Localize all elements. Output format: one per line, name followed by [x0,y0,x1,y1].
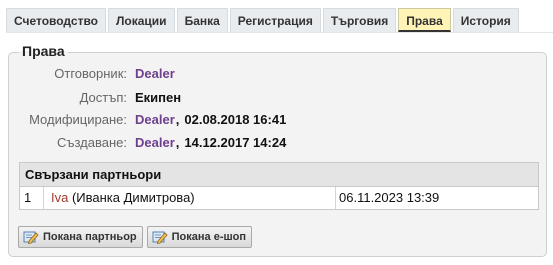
panel-title: Права [19,43,68,59]
created-separator: , [175,135,180,150]
owner-user-link[interactable]: Dealer [135,65,175,83]
invite-partner-label: Покана партньор [43,231,137,243]
tab-history[interactable]: История [452,8,519,32]
tab-registration[interactable]: Регистрация [229,8,321,32]
access-label: Достъп: [79,90,127,105]
created-user-link[interactable]: Dealer [135,134,175,152]
invite-eshop-label: Покана е-шоп [171,231,247,243]
created-datetime: 14.12.2017 14:24 [184,135,287,150]
partner-datetime: 06.11.2023 13:39 [339,190,440,205]
partners-table: Свързани партньори 1 Iva (Иванка Димитро… [19,162,539,210]
partners-table-header: Свързани партньори [20,163,538,187]
tab-bar: Счетоводство Локации Банка Регистрация Т… [6,8,521,33]
modified-row: Модифициране: Dealer , 02.08.2018 16:41 [9,111,286,129]
tab-accounting[interactable]: Счетоводство [6,8,106,32]
edit-pencil-icon [23,231,39,244]
created-label: Създаване: [56,135,127,150]
created-row: Създаване: Dealer , 14.12.2017 14:24 [9,134,286,152]
tab-divider [6,32,553,33]
partner-name-link[interactable]: Iva [51,190,68,205]
tab-bank[interactable]: Банка [176,8,228,32]
owner-row: Отговорник: Dealer [9,65,175,83]
modified-datetime: 02.08.2018 16:41 [184,112,287,127]
modified-user-link[interactable]: Dealer [135,111,175,129]
partner-index: 1 [20,187,44,209]
invite-partner-button[interactable]: Покана партньор [18,226,143,248]
edit-pencil-icon [152,231,168,244]
rights-panel: Права Отговорник: Dealer Достъп: Екипен … [8,43,547,257]
tab-rights[interactable]: Права [398,8,451,32]
action-buttons: Покана партньор Покана е-шоп [18,226,256,248]
access-value: Екипен [135,90,182,105]
modified-separator: , [175,112,180,127]
partner-full-name: (Иванка Димитрова) [71,190,195,205]
modified-label: Модифициране: [29,112,127,127]
invite-eshop-button[interactable]: Покана е-шоп [146,226,253,248]
tab-locations[interactable]: Локации [108,8,175,32]
table-row: 1 Iva (Иванка Димитрова) 06.11.2023 13:3… [20,187,538,209]
partner-cell: Iva (Иванка Димитрова) [44,187,336,209]
owner-label: Отговорник: [54,66,127,81]
tab-trade[interactable]: Търговия [322,8,397,32]
access-row: Достъп: Екипен [9,89,182,107]
